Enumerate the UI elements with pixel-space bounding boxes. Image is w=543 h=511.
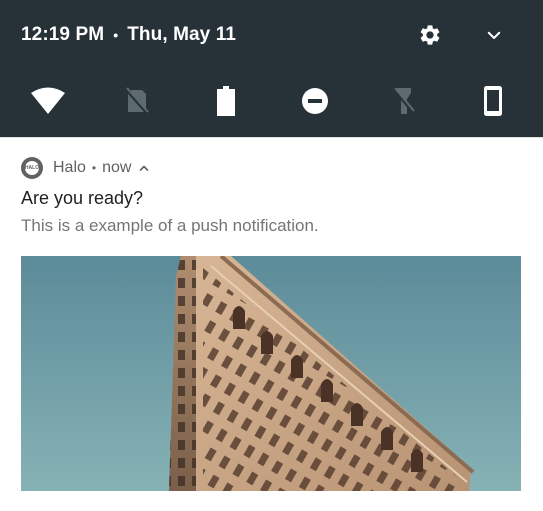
notification-header[interactable]: HALO Halo • now	[21, 157, 150, 179]
chevron-down-icon	[485, 26, 503, 49]
flashlight-icon	[392, 86, 416, 121]
notification-text: This is a example of a push notification…	[21, 216, 319, 235]
chevron-up-icon[interactable]	[138, 162, 150, 174]
halo-app-icon: HALO	[21, 157, 43, 179]
push-notification[interactable]: HALO Halo • now Are you ready? This is a…	[0, 137, 543, 511]
do-not-disturb-icon	[301, 87, 329, 120]
clock-time: 12:19 PM	[21, 24, 105, 45]
notification-title: Are you ready?	[21, 188, 144, 208]
qs-tile-flashlight[interactable]	[384, 84, 424, 122]
app-name: Halo	[53, 159, 86, 176]
collapse-shade-button[interactable]	[479, 22, 509, 52]
qs-tile-do-not-disturb[interactable]	[295, 84, 335, 122]
date-label[interactable]: Thu, May 11	[127, 24, 236, 46]
notification-time: now	[102, 159, 132, 176]
notification-shade-screen: 12:19 PM • Thu, May 11 HALO Halo • now A…	[0, 0, 543, 511]
status-header: 12:19 PM • Thu, May 11	[21, 24, 236, 46]
qs-tile-wifi[interactable]	[28, 84, 68, 122]
qs-tile-battery[interactable]	[206, 84, 246, 122]
no-sim-icon	[124, 86, 150, 120]
phone-icon	[483, 85, 503, 122]
settings-button[interactable]	[415, 22, 445, 52]
wifi-icon	[30, 87, 66, 120]
qs-tile-screen-rotation[interactable]	[473, 84, 513, 122]
building-photo	[21, 256, 521, 491]
qs-tile-no-sim[interactable]	[117, 84, 157, 122]
header-separator: •	[113, 27, 119, 43]
gear-icon	[418, 23, 442, 52]
quick-settings-shade: 12:19 PM • Thu, May 11	[0, 0, 543, 137]
quick-settings-row	[0, 84, 543, 122]
notification-image	[21, 256, 521, 491]
header-separator: •	[91, 161, 97, 175]
battery-icon	[216, 85, 236, 121]
